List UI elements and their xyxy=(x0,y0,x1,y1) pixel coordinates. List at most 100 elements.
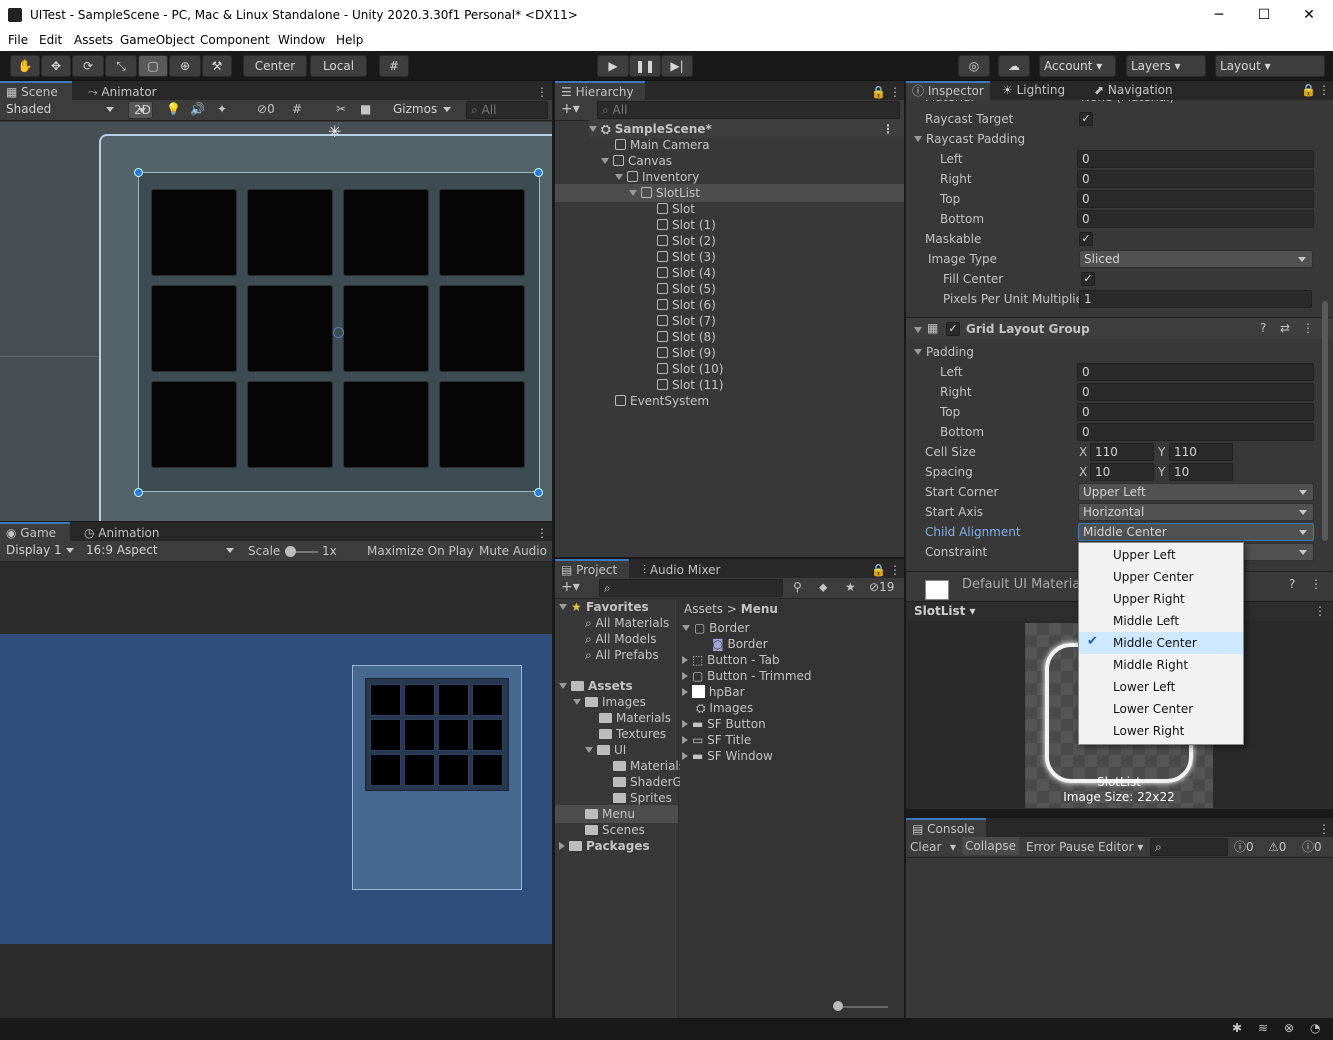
audio-icon[interactable]: 🔊 xyxy=(190,102,205,116)
packages-root[interactable]: Packages xyxy=(559,837,650,855)
hand-tool-icon[interactable]: ✋ xyxy=(10,55,40,77)
cloud-icon[interactable]: ☁ xyxy=(998,55,1030,77)
pivot-gizmo-icon[interactable]: ✳ xyxy=(328,122,341,141)
option-lower-right[interactable]: Lower Right xyxy=(1079,720,1243,742)
console-error-pause-toggle[interactable]: Error Pause xyxy=(1026,838,1094,856)
filter-label-icon[interactable]: ⬥ xyxy=(819,580,827,595)
tools-icon[interactable]: ✂ xyxy=(336,102,346,116)
fav-all-prefabs[interactable]: ⌕ All Prefabs xyxy=(585,646,659,664)
maskable-checkbox[interactable]: ✓ xyxy=(1079,232,1093,246)
clear-on-dropdown[interactable]: ▾ xyxy=(950,838,956,856)
material-help-icon[interactable]: ? xyxy=(1289,577,1295,591)
fill-center-checkbox[interactable]: ✓ xyxy=(1081,272,1095,286)
display-dropdown[interactable]: Display 1 xyxy=(2,542,80,560)
grid-snap-icon[interactable]: # xyxy=(379,55,409,77)
aspect-dropdown[interactable]: 16:9 Aspect xyxy=(82,542,240,560)
raycast-padding-foldout[interactable]: Raycast Padding xyxy=(914,130,1025,148)
hierarchy-item-eventsystem[interactable]: EventSystem xyxy=(615,392,709,410)
cell-size-y-field[interactable]: 110 xyxy=(1169,443,1233,461)
lighting-icon[interactable]: 💡 xyxy=(166,102,181,116)
hierarchy-item-slotlist[interactable]: SlotList xyxy=(555,184,904,202)
auto-generate-lighting-icon[interactable]: ⊗ xyxy=(1284,1021,1294,1035)
progress-icon[interactable]: ◔ xyxy=(1310,1021,1320,1035)
cache-icon[interactable]: ≋ xyxy=(1258,1021,1268,1035)
pause-button[interactable]: ❚❚ xyxy=(629,55,661,77)
mute-audio-toggle[interactable]: Mute Audio xyxy=(479,542,547,560)
create-add-icon[interactable]: +▾ xyxy=(561,101,580,117)
close-button[interactable]: ✕ xyxy=(1294,4,1324,26)
menu-gameobject[interactable]: GameObject xyxy=(120,33,195,47)
grid-layout-header[interactable]: ▦ ✓ Grid Layout Group ? ⇄ ⋮ xyxy=(906,317,1333,339)
game-viewport[interactable] xyxy=(0,634,552,944)
gp-left-field[interactable]: 0 xyxy=(1077,363,1314,381)
menu-window[interactable]: Window xyxy=(278,33,325,47)
pivot-center-button[interactable]: Center xyxy=(243,55,307,77)
layout-dropdown[interactable]: Layout ▾ xyxy=(1215,55,1325,77)
preview-object-dropdown[interactable]: SlotList ▾ xyxy=(914,604,976,618)
inspector-menu-icon[interactable]: ⋮ xyxy=(1312,81,1333,100)
option-lower-left[interactable]: Lower Left xyxy=(1079,676,1243,698)
scene-search-input[interactable]: ⌕ All xyxy=(466,101,548,119)
console-search-input[interactable]: ⌕ xyxy=(1150,838,1228,856)
step-button[interactable]: ▶| xyxy=(661,55,693,77)
transform-tool-icon[interactable]: ⊕ xyxy=(169,55,201,77)
spacing-x-field[interactable]: 10 xyxy=(1090,463,1154,481)
option-upper-right[interactable]: Upper Right xyxy=(1079,588,1243,610)
menu-assets[interactable]: Assets xyxy=(74,33,113,47)
space-local-button[interactable]: Local xyxy=(310,55,367,77)
option-upper-left[interactable]: Upper Left xyxy=(1079,544,1243,566)
filter-type-icon[interactable]: ⚲ xyxy=(793,580,802,594)
start-corner-dropdown[interactable]: Upper Left xyxy=(1078,483,1314,501)
favorite-star-icon[interactable]: ★ xyxy=(845,580,856,594)
inspector-scrollbar[interactable] xyxy=(1322,301,1328,541)
option-middle-left[interactable]: Middle Left xyxy=(1079,610,1243,632)
menu-edit[interactable]: Edit xyxy=(39,33,62,47)
project-search-input[interactable]: ⌕ xyxy=(599,579,783,597)
image-type-dropdown[interactable]: Sliced xyxy=(1079,250,1313,268)
rect-tool-icon[interactable]: ▢ xyxy=(138,55,168,77)
gp-bottom-field[interactable]: 0 xyxy=(1077,423,1314,441)
maximize-button[interactable]: ☐ xyxy=(1249,4,1279,26)
console-log-count[interactable]: ⓘ0 xyxy=(1234,838,1254,856)
play-button[interactable]: ▶ xyxy=(597,55,629,77)
option-middle-center[interactable]: Middle Center xyxy=(1079,632,1243,654)
console-clear-button[interactable]: Clear xyxy=(910,838,941,856)
rp-top-field[interactable]: 0 xyxy=(1077,190,1314,208)
hidden-packages-icon[interactable]: ⊘19 xyxy=(869,580,894,594)
icon-size-thumb[interactable] xyxy=(833,1001,843,1011)
hidden-objects-icon[interactable]: ⊘0 xyxy=(257,102,275,116)
preview-menu-icon[interactable]: ⋮ xyxy=(1314,604,1326,618)
start-axis-dropdown[interactable]: Horizontal xyxy=(1078,503,1314,521)
project-add-icon[interactable]: +▾ xyxy=(561,579,580,595)
raycast-target-checkbox[interactable]: ✓ xyxy=(1079,112,1093,126)
console-collapse-toggle[interactable]: Collapse xyxy=(962,837,1019,855)
tab-lighting[interactable]: ☀ Lighting xyxy=(996,81,1071,100)
rp-right-field[interactable]: 0 xyxy=(1077,170,1314,188)
layers-dropdown[interactable]: Layers ▾ xyxy=(1126,55,1206,77)
rp-bottom-field[interactable]: 0 xyxy=(1077,210,1314,228)
grid-layout-enabled-checkbox[interactable]: ✓ xyxy=(946,322,960,336)
child-alignment-dropdown[interactable]: Middle Center xyxy=(1078,523,1314,541)
rp-left-field[interactable]: 0 xyxy=(1077,150,1314,168)
gizmos-dropdown[interactable]: Gizmos xyxy=(389,101,457,119)
menu-file[interactable]: File xyxy=(8,33,28,47)
file-sf-window[interactable]: ▬ SF Window xyxy=(682,747,773,765)
scale-slider-thumb[interactable] xyxy=(285,546,296,557)
scale-tool-icon[interactable]: ⤡ xyxy=(105,55,137,77)
option-middle-right[interactable]: Middle Right xyxy=(1079,654,1243,676)
spacing-y-field[interactable]: 10 xyxy=(1169,463,1233,481)
gp-top-field[interactable]: 0 xyxy=(1077,403,1314,421)
tab-inspector[interactable]: ⓘ Inspector xyxy=(906,81,990,100)
menu-component[interactable]: Component xyxy=(200,33,270,47)
bug-icon[interactable]: ✱ xyxy=(1232,1021,1242,1035)
rotate-tool-icon[interactable]: ⟳ xyxy=(72,55,104,77)
custom-tool-icon[interactable]: ⚒ xyxy=(202,55,232,77)
camera-icon[interactable]: ■ xyxy=(360,102,371,116)
material-menu-icon[interactable]: ⋮ xyxy=(1310,577,1322,591)
minimize-button[interactable]: ─ xyxy=(1204,4,1234,26)
console-error-count[interactable]: ⓘ0 xyxy=(1302,838,1322,856)
console-warning-count[interactable]: ⚠0 xyxy=(1268,838,1286,856)
move-tool-icon[interactable]: ✥ xyxy=(41,55,71,77)
2d-toggle[interactable]: 2D xyxy=(128,101,153,119)
ppu-field[interactable]: 1 xyxy=(1079,290,1312,308)
